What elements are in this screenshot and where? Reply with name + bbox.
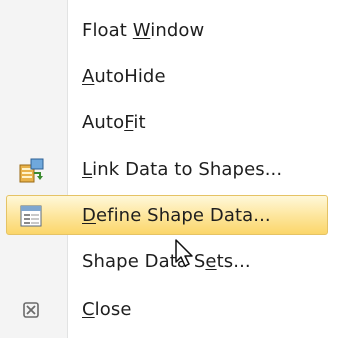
menu-item-label: AutoHide [82,66,166,87]
menu-item-label: Shape Data Sets... [82,251,251,272]
menu-item-close[interactable]: Close [0,287,344,333]
menu-item-define-shape-data[interactable]: Define Shape Data... [0,193,344,239]
menu-item-label: Close [82,299,132,320]
menu-item-label: Define Shape Data... [82,205,271,226]
close-icon [18,296,46,324]
menu-item-autofit[interactable]: AutoFit [0,100,344,146]
menu-item-float-window[interactable]: Float Window [0,8,344,54]
define-shape-data-icon [18,202,46,230]
menu-item-label: Link Data to Shapes... [82,159,283,180]
context-menu: Float Window AutoHide AutoFit Link Data … [0,0,344,338]
menu-item-link-data-to-shapes[interactable]: Link Data to Shapes... [0,147,344,193]
menu-item-shape-data-sets[interactable]: Shape Data Sets... [0,239,344,285]
menu-item-label: Float Window [82,20,205,41]
link-data-icon [18,156,46,184]
menu-item-label: AutoFit [82,112,146,133]
menu-item-autohide[interactable]: AutoHide [0,54,344,100]
